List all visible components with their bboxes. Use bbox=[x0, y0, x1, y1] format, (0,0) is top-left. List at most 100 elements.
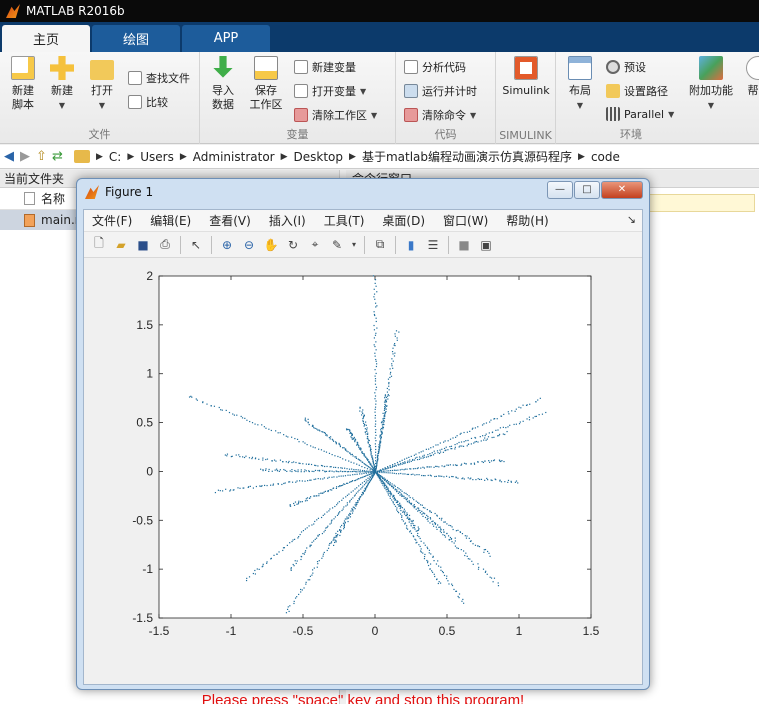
data-point bbox=[457, 477, 459, 479]
menu-file[interactable]: 文件(F) bbox=[92, 212, 132, 229]
data-point bbox=[426, 514, 428, 516]
breadcrumb-project[interactable]: 基于matlab编程动画演示仿真源码程序 bbox=[362, 148, 572, 165]
clear-commands-caret[interactable]: ▼ bbox=[470, 111, 476, 120]
scatter-plot[interactable]: -1.5 -1 -0.5 0 0.5 1 1.5-1.5-1-0.500.511.52 bbox=[84, 260, 642, 684]
tab-apps[interactable]: APP bbox=[182, 25, 270, 52]
save-icon[interactable]: ■ bbox=[134, 236, 152, 254]
breadcrumb-desktop[interactable]: Desktop bbox=[294, 150, 344, 164]
breadcrumb-code[interactable]: code bbox=[591, 150, 620, 164]
data-point bbox=[380, 437, 382, 439]
zoom-in-icon[interactable]: ⊕ bbox=[218, 236, 236, 254]
minimize-button[interactable]: — bbox=[547, 181, 573, 199]
breadcrumb-users[interactable]: Users bbox=[140, 150, 174, 164]
breadcrumb-c[interactable]: C: bbox=[109, 150, 121, 164]
new-script-icon bbox=[11, 56, 35, 80]
clear-workspace-button[interactable]: 清除工作区 ▼ bbox=[294, 107, 377, 123]
data-point bbox=[375, 365, 378, 368]
preferences-button[interactable]: 预设 bbox=[606, 59, 646, 75]
data-point bbox=[426, 546, 428, 548]
simulink-button[interactable]: Simulink bbox=[502, 56, 550, 98]
data-point bbox=[325, 434, 327, 436]
brush-dropdown-icon[interactable]: ▾ bbox=[350, 236, 358, 254]
run-and-time-button[interactable]: 运行并计时 bbox=[404, 83, 477, 99]
data-point bbox=[399, 462, 402, 465]
set-path-button[interactable]: 设置路径 bbox=[606, 83, 668, 99]
print-icon[interactable]: ⎙ bbox=[156, 236, 174, 254]
back-arrow-icon[interactable]: ◀ bbox=[4, 149, 20, 164]
open-variable-caret[interactable]: ▼ bbox=[360, 87, 366, 96]
data-point bbox=[441, 465, 443, 467]
figure-title-bar[interactable]: Figure 1 — □ ✕ bbox=[77, 179, 649, 205]
tab-plots[interactable]: 绘图 bbox=[92, 25, 180, 52]
data-point bbox=[413, 459, 416, 461]
data-point bbox=[221, 490, 224, 492]
menu-view[interactable]: 查看(V) bbox=[209, 212, 251, 229]
data-point bbox=[435, 526, 437, 528]
colorbar-icon[interactable]: ▮ bbox=[402, 236, 420, 254]
addons-caret[interactable]: ▼ bbox=[686, 99, 736, 113]
data-point bbox=[303, 471, 305, 473]
data-point bbox=[293, 600, 295, 602]
new-figure-icon[interactable]: 🗋 bbox=[90, 236, 108, 254]
data-point bbox=[324, 513, 326, 515]
link-plot-icon[interactable]: ⧉ bbox=[371, 236, 389, 254]
data-point bbox=[351, 512, 354, 514]
tab-home[interactable]: 主页 bbox=[2, 25, 90, 52]
menu-window[interactable]: 窗口(W) bbox=[443, 212, 488, 229]
data-point bbox=[374, 408, 376, 410]
menu-edit[interactable]: 编辑(E) bbox=[150, 212, 191, 229]
dock-arrow-icon[interactable]: ↘ bbox=[627, 213, 636, 226]
data-point bbox=[376, 327, 378, 329]
ribbon-group-code: 分析代码 运行并计时 清除命令 ▼ 代码 bbox=[396, 52, 496, 144]
layout-button[interactable]: 布局 ▼ bbox=[564, 56, 596, 113]
find-files-button[interactable]: 查找文件 bbox=[128, 70, 190, 86]
forward-arrow-icon[interactable]: ▶ bbox=[20, 149, 36, 164]
open-button[interactable]: 打开 ▼ bbox=[86, 56, 118, 113]
up-folder-icon[interactable]: ⇧ bbox=[36, 149, 52, 164]
new-button[interactable]: 新建 ▼ bbox=[46, 56, 78, 113]
maximize-button[interactable]: □ bbox=[574, 181, 600, 199]
data-point bbox=[263, 426, 265, 428]
close-button[interactable]: ✕ bbox=[601, 181, 643, 199]
save-workspace-button[interactable]: 保存 工作区 bbox=[246, 56, 286, 112]
menu-help[interactable]: 帮助(H) bbox=[506, 212, 548, 229]
clear-workspace-icon bbox=[294, 108, 308, 122]
menu-insert[interactable]: 插入(I) bbox=[269, 212, 306, 229]
legend-icon[interactable]: ☰ bbox=[424, 236, 442, 254]
open-file-icon[interactable]: ▰ bbox=[112, 236, 130, 254]
data-point bbox=[515, 480, 518, 482]
new-variable-button[interactable]: 新建变量 bbox=[294, 59, 356, 75]
help-button[interactable]: 帮 bbox=[746, 56, 759, 98]
open-variable-button[interactable]: 打开变量 ▼ bbox=[294, 83, 366, 99]
compare-button[interactable]: 比较 bbox=[128, 94, 168, 110]
breadcrumb-administrator[interactable]: Administrator bbox=[193, 150, 275, 164]
hide-plot-tools-icon[interactable]: ■ bbox=[455, 236, 473, 254]
clear-workspace-caret[interactable]: ▼ bbox=[371, 111, 377, 120]
data-point bbox=[386, 387, 388, 390]
data-point bbox=[335, 532, 337, 535]
clear-commands-button[interactable]: 清除命令 ▼ bbox=[404, 107, 476, 123]
data-point bbox=[483, 551, 485, 553]
browse-folder-icon[interactable]: ⇄ bbox=[52, 149, 68, 164]
analyze-code-button[interactable]: 分析代码 bbox=[404, 59, 466, 75]
parallel-caret[interactable]: ▼ bbox=[668, 110, 674, 119]
data-point bbox=[320, 492, 322, 494]
parallel-button[interactable]: Parallel ▼ bbox=[606, 107, 674, 121]
new-script-button[interactable]: 新建 脚本 bbox=[6, 56, 40, 112]
open-dropdown-caret[interactable]: ▼ bbox=[86, 99, 118, 113]
data-cursor-icon[interactable]: ⌖ bbox=[306, 236, 324, 254]
import-data-button[interactable]: 导入 数据 bbox=[206, 56, 240, 112]
new-dropdown-caret[interactable]: ▼ bbox=[46, 99, 78, 113]
pointer-icon[interactable]: ↖ bbox=[187, 236, 205, 254]
show-plot-tools-icon[interactable]: ▣ bbox=[477, 236, 495, 254]
menu-tools[interactable]: 工具(T) bbox=[324, 212, 365, 229]
rotate-icon[interactable]: ↻ bbox=[284, 236, 302, 254]
pan-hand-icon[interactable]: ✋ bbox=[262, 236, 280, 254]
data-point bbox=[483, 423, 485, 425]
zoom-out-icon[interactable]: ⊖ bbox=[240, 236, 258, 254]
data-point bbox=[383, 471, 385, 474]
brush-icon[interactable]: ✎ bbox=[328, 236, 346, 254]
layout-caret[interactable]: ▼ bbox=[564, 99, 596, 113]
menu-desktop[interactable]: 桌面(D) bbox=[382, 212, 425, 229]
addons-button[interactable]: 附加功能 ▼ bbox=[686, 56, 736, 113]
